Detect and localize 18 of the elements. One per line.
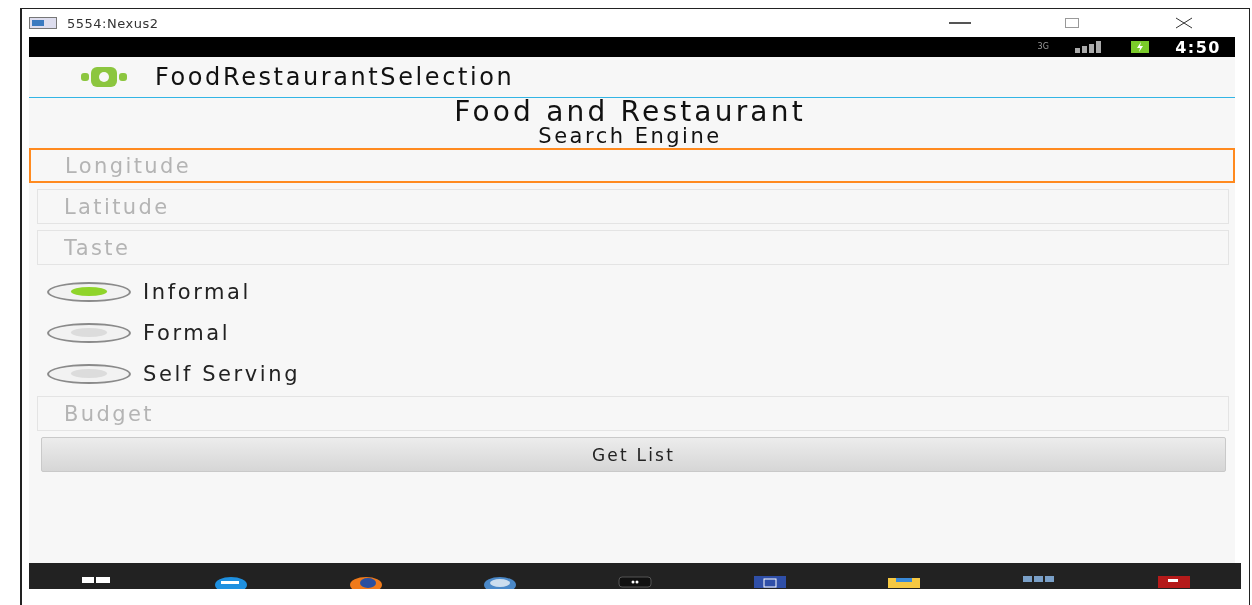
close-button[interactable] (1175, 17, 1193, 29)
subheading: Search Engine (537, 126, 723, 146)
window-title: 5554:Nexus2 (67, 15, 160, 31)
battery-icon (1131, 41, 1150, 53)
radio-label: Formal (143, 320, 231, 345)
app-title: FoodRestaurantSelection (155, 63, 515, 91)
get-list-button[interactable]: Get List (41, 437, 1226, 472)
radio-option[interactable]: Formal (31, 312, 1229, 353)
maximize-button[interactable] (1065, 18, 1079, 28)
clock-time: 4:50 (1175, 37, 1221, 57)
radio-option[interactable]: Informal (31, 271, 1229, 312)
text-field[interactable]: Longitude (29, 148, 1235, 183)
heading: Food and Restaurant (453, 98, 807, 126)
emulator-icon (29, 17, 57, 29)
network-type: 3G (1037, 43, 1050, 51)
radio-label: Informal (143, 279, 251, 304)
radio-option[interactable]: Self Serving (31, 353, 1229, 394)
radio-label: Self Serving (143, 361, 301, 386)
